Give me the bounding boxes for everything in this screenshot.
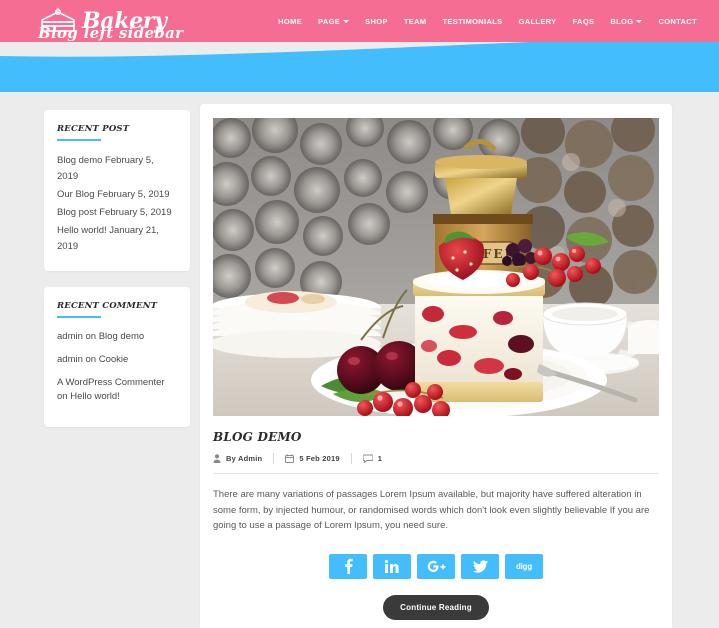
widget-recent-comment: RECENT COMMENT admin on Blog demo admin … bbox=[44, 287, 190, 427]
meta-divider bbox=[350, 453, 352, 464]
nav-item-shop[interactable]: SHOP bbox=[357, 17, 396, 26]
recent-post-list: Blog demo February 5, 2019 Our Blog Febr… bbox=[57, 153, 177, 255]
list-item[interactable]: Hello world! January 21, 2019 bbox=[57, 223, 177, 255]
post-card: COFFEE bbox=[200, 104, 672, 628]
page-banner bbox=[0, 34, 719, 92]
user-icon bbox=[213, 454, 221, 463]
chevron-down-icon bbox=[636, 20, 643, 23]
nav-label: TESTIMONIALS bbox=[442, 16, 503, 26]
post-excerpt: There are many variations of passages Lo… bbox=[213, 489, 650, 531]
facebook-icon[interactable] bbox=[329, 553, 367, 579]
nav-item-testimonials[interactable]: TESTIMONIALS bbox=[434, 17, 510, 26]
widget-underline bbox=[57, 316, 101, 318]
list-item[interactable]: admin on Blog demo bbox=[57, 330, 177, 344]
widget-recent-post: RECENT POST Blog demo February 5, 2019 O… bbox=[44, 110, 190, 271]
list-item[interactable]: Our Blog February 5, 2019 bbox=[57, 187, 177, 203]
read-more-wrap: Continue Reading bbox=[213, 594, 659, 620]
nav-label: GALLERY bbox=[518, 16, 557, 26]
nav-label: TEAM bbox=[403, 16, 427, 26]
digg-label: digg bbox=[515, 561, 533, 571]
page-content: RECENT POST Blog demo February 5, 2019 O… bbox=[0, 92, 719, 628]
recent-comment-list: admin on Blog demo admin on Cookie A Wor… bbox=[57, 330, 177, 404]
nav-label: PAGE bbox=[318, 16, 341, 26]
page-root: Bakery HOME PAGE SHOP TEAM TESTIMONIALS … bbox=[0, 0, 719, 628]
nav-item-faqs[interactable]: FAQS bbox=[565, 17, 603, 26]
nav-item-contact[interactable]: CONTACT bbox=[650, 17, 705, 26]
social-share-row: digg bbox=[213, 553, 659, 579]
meta-comments-count: 1 bbox=[377, 454, 383, 463]
widget-title: RECENT POST bbox=[57, 124, 130, 134]
nav-label: FAQS bbox=[572, 16, 595, 26]
meta-divider bbox=[273, 453, 275, 464]
sidebar: RECENT POST Blog demo February 5, 2019 O… bbox=[44, 110, 190, 443]
post-title[interactable]: BLOG DEMO bbox=[213, 430, 659, 444]
google-plus-icon[interactable] bbox=[417, 553, 455, 579]
nav-item-page[interactable]: PAGE bbox=[310, 17, 357, 26]
layer-cake bbox=[413, 270, 545, 402]
page-title: Blog left sidebar bbox=[38, 24, 184, 42]
meta-date-label: 5 Feb 2019 bbox=[299, 454, 340, 463]
widget-underline bbox=[57, 139, 101, 141]
main-navigation: HOME PAGE SHOP TEAM TESTIMONIALS GALLERY… bbox=[270, 0, 705, 42]
post-meta: By Admin 5 Feb 2019 1 bbox=[213, 453, 659, 474]
list-item[interactable]: Blog demo February 5, 2019 bbox=[57, 153, 177, 185]
nav-label: SHOP bbox=[365, 16, 388, 26]
nav-item-team[interactable]: TEAM bbox=[396, 17, 435, 26]
digg-icon[interactable]: digg bbox=[505, 553, 543, 579]
list-item[interactable]: Blog post February 5, 2019 bbox=[57, 205, 177, 221]
linkedin-icon[interactable] bbox=[373, 553, 411, 579]
post-featured-image[interactable]: COFFEE bbox=[213, 118, 659, 416]
meta-author: By Admin bbox=[213, 454, 262, 463]
twitter-icon[interactable] bbox=[461, 553, 499, 579]
calendar-icon bbox=[285, 454, 295, 463]
comment-icon bbox=[362, 454, 373, 463]
widget-title: RECENT COMMENT bbox=[57, 301, 158, 311]
meta-comments[interactable]: 1 bbox=[362, 454, 383, 463]
list-item[interactable]: A WordPress Commenter on Hello world! bbox=[57, 376, 177, 404]
nav-label: BLOG bbox=[610, 16, 634, 26]
list-item[interactable]: admin on Cookie bbox=[57, 353, 177, 367]
chevron-down-icon bbox=[343, 20, 350, 23]
nav-item-home[interactable]: HOME bbox=[270, 17, 310, 26]
meta-author-label: By Admin bbox=[226, 454, 263, 463]
nav-item-gallery[interactable]: GALLERY bbox=[511, 17, 565, 26]
nav-label: HOME bbox=[278, 16, 303, 26]
nav-label: CONTACT bbox=[658, 16, 697, 26]
continue-reading-button[interactable]: Continue Reading bbox=[383, 594, 489, 620]
nav-item-blog[interactable]: BLOG bbox=[602, 17, 650, 26]
meta-date: 5 Feb 2019 bbox=[285, 454, 339, 463]
